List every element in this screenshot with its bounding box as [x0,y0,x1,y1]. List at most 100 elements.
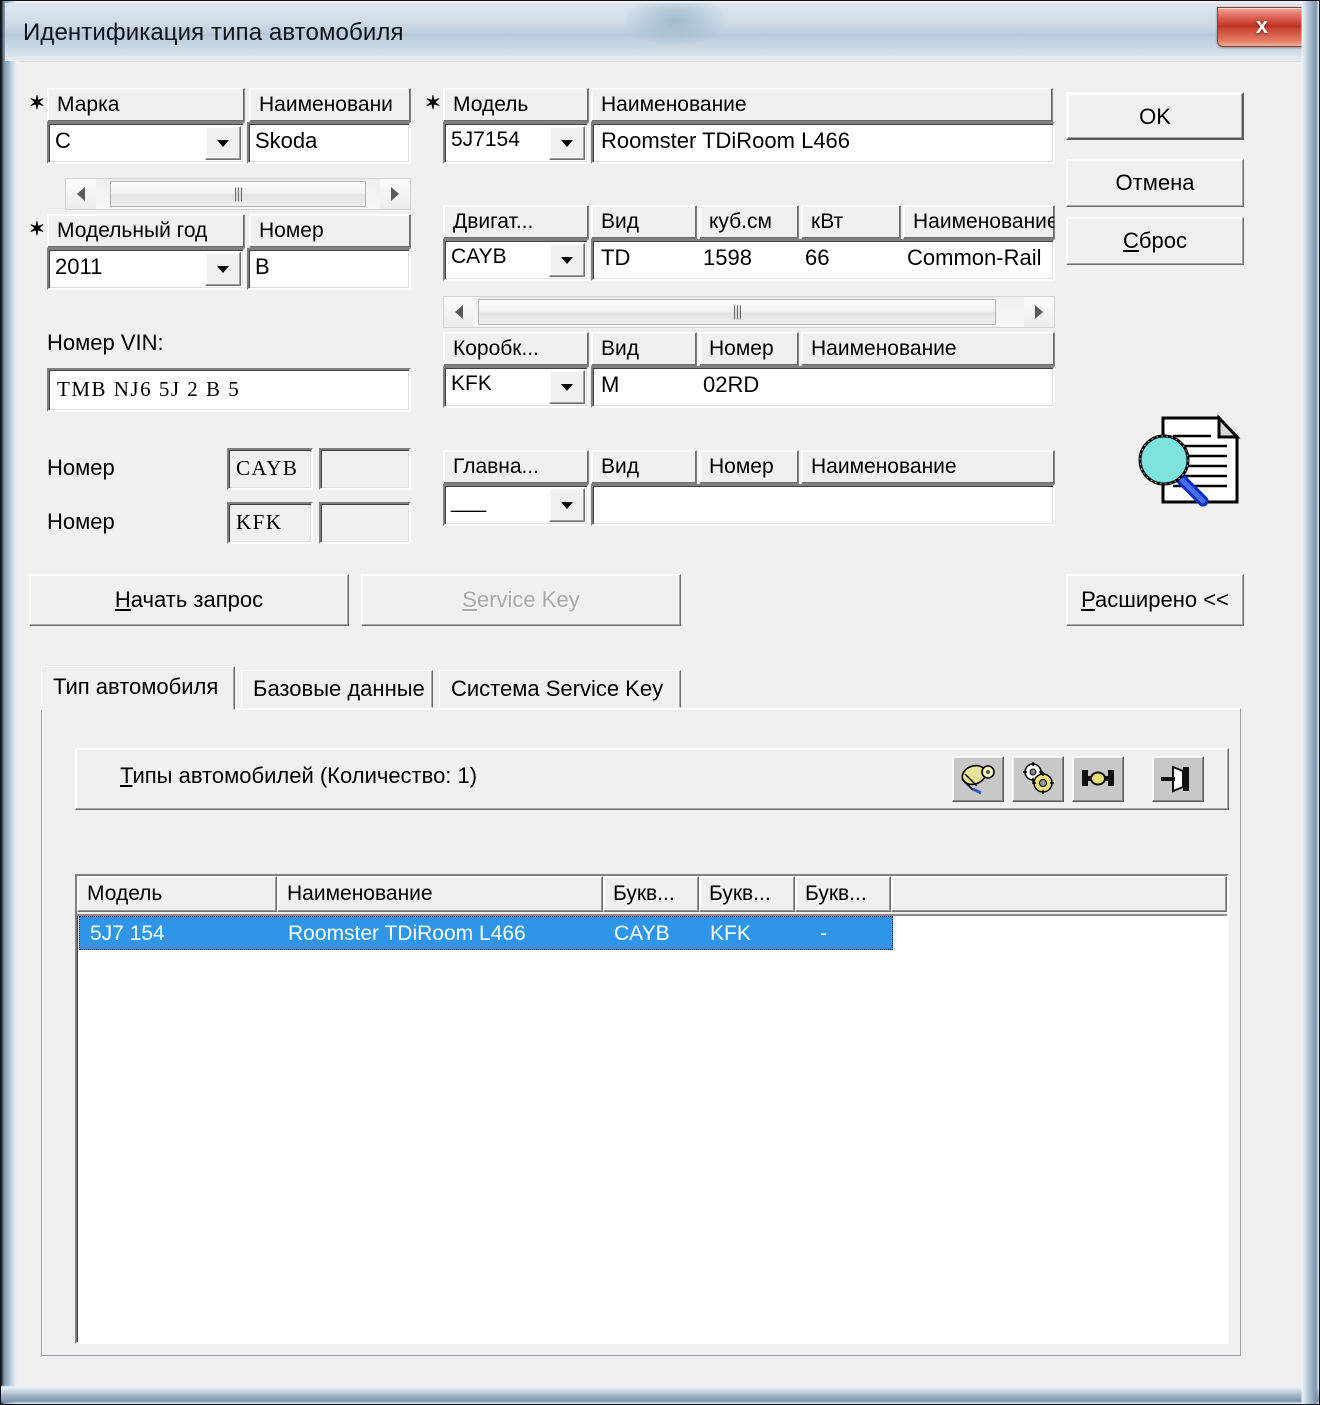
model-year-number-value: B [255,254,270,279]
model-code-combo[interactable]: 5J7154 [443,122,589,164]
col-header-model[interactable]: Модель [77,876,277,912]
model-year-value: 2011 [55,254,103,279]
col-header-letter3[interactable]: Букв... [795,876,891,912]
title-bar[interactable]: Идентификация типа автомобиля x [5,3,1315,61]
tab-base-data[interactable]: Базовые данные [241,670,433,708]
table-row[interactable]: 5J7 154 Roomster TDiRoom L466 CAYB KFK - [79,916,893,950]
brand-name-value: Skoda [255,128,318,153]
brand-code-value: C [55,128,71,153]
model-code-header: Модель [443,88,589,122]
start-query-button[interactable]: Начать запрос [29,574,349,626]
tab-strip: Тип автомобиля Базовые данные Система Se… [41,666,1241,710]
final-drive-number-header: Номер [699,450,799,484]
col-header-name[interactable]: Наименование [277,876,603,912]
tab-vehicle-type[interactable]: Тип автомобиля [41,666,235,710]
model-name-value: Roomster TDiRoom L466 [601,128,851,153]
number-code-value-1: CAYB [236,456,299,480]
model-name-header: Наименование [591,88,1053,122]
reset-button[interactable]: Сброс [1066,217,1244,265]
cell-model: 5J7 154 [90,922,165,945]
scroll-thumb[interactable] [478,299,996,325]
results-table[interactable]: Модель Наименование Букв... Букв... Букв… [75,874,1229,1344]
required-marker-brand: ✶ [29,93,45,114]
engine-type-value: TD [601,245,631,270]
chevron-down-icon[interactable] [549,370,585,404]
col-header-letter1[interactable]: Букв... [603,876,699,912]
cell-letter2: KFK [710,922,751,945]
engine-name-header: Наименование [903,205,1055,239]
model-year-combo[interactable]: 2011 [47,248,245,290]
engine-power-value: 66 [805,245,830,270]
scroll-left-icon[interactable] [66,179,96,209]
final-drive-code-header: Главна... [443,450,589,484]
cell-name: Roomster TDiRoom L466 [288,922,526,945]
chevron-down-icon[interactable] [549,126,585,160]
vehicle-types-group: Типы автомобилей (Количество: 1) [75,748,1229,810]
number-code-value-2: KFK [236,510,283,534]
brand-scrollbar[interactable] [65,178,411,210]
engine-scrollbar[interactable] [443,296,1055,328]
final-drive-code-combo[interactable]: ___ [443,484,589,526]
axle-icon[interactable] [1072,756,1124,802]
chevron-down-icon[interactable] [205,252,241,286]
expand-button[interactable]: Расширено << [1066,574,1244,626]
cell-letter3: - [820,922,827,945]
vehicle-types-accel: Т [120,763,133,788]
tab-service-key-system[interactable]: Система Service Key [439,670,681,708]
gearbox-code-value: KFK [451,372,492,395]
model-year-number-field: B [247,248,411,290]
brand-code-combo[interactable]: C [47,122,245,164]
service-key-label: ervice Key [476,587,580,612]
vin-value: TMB NJ6 5J 2 B 5 [57,377,241,401]
required-marker-model: ✶ [425,93,441,114]
gearbox-code-header: Коробк... [443,332,589,366]
document-search-icon[interactable] [1137,410,1247,510]
gearbox-type-value: M [601,372,620,397]
vehicle-types-title: Типы автомобилей (Количество: 1) [120,763,477,789]
results-table-header-row: Модель Наименование Букв... Букв... Букв… [77,876,1227,916]
col-header-empty[interactable] [891,876,1227,912]
engine-name-value: Common-Rail [907,245,1042,270]
chevron-down-icon[interactable] [549,488,585,522]
brand-name-header: Наименовани [249,88,411,122]
col-header-letter2[interactable]: Букв... [699,876,795,912]
engine-power-header: кВт [801,205,901,239]
vin-input[interactable]: TMB NJ6 5J 2 B 5 [47,368,411,412]
start-query-label: ачать запрос [130,587,264,612]
client-area: ✶ Марка Наименовани C Skoda ✶ Модельный … [19,61,1303,1387]
scroll-left-icon[interactable] [444,297,474,327]
close-icon[interactable]: x [1217,7,1307,47]
engine-type-header: Вид [591,205,697,239]
number-code-field-1: CAYB [227,448,313,490]
gearbox-detail-row: M 02RD [591,366,1055,408]
paint-brush-icon[interactable] [952,756,1004,802]
required-marker-year: ✶ [29,219,45,240]
chevron-down-icon[interactable] [549,243,585,277]
reset-label: брос [1138,228,1187,253]
chevron-down-icon[interactable] [205,126,241,160]
pin-icon[interactable] [1152,756,1204,802]
number-extra-field-1 [319,448,411,490]
service-key-button: Service Key [361,574,681,626]
model-code-value: 5J7154 [451,128,520,151]
gearbox-name-header: Наименование [801,332,1055,366]
scroll-thumb[interactable] [110,181,366,207]
gearbox-code-combo[interactable]: KFK [443,366,589,408]
gears-icon[interactable] [1012,756,1064,802]
engine-code-combo[interactable]: CAYB [443,239,589,281]
final-drive-detail-row [591,484,1055,526]
cancel-button[interactable]: Отмена [1066,159,1244,207]
brand-name-field: Skoda [247,122,411,164]
window-border-bottom [1,1384,1319,1404]
engine-displacement-header: куб.см [699,205,799,239]
brand-code-header: Марка [47,88,245,122]
scroll-right-icon[interactable] [380,179,410,209]
ok-button[interactable]: OK [1066,92,1244,140]
final-drive-code-value: ___ [451,490,487,513]
gearbox-type-header: Вид [591,332,697,366]
window-frame: Идентификация типа автомобиля x ✶ Марка … [0,0,1320,1405]
scroll-right-icon[interactable] [1024,297,1054,327]
model-year-number-header: Номер [249,214,411,248]
reset-accel: С [1123,228,1139,253]
start-query-accel: Н [114,587,131,612]
